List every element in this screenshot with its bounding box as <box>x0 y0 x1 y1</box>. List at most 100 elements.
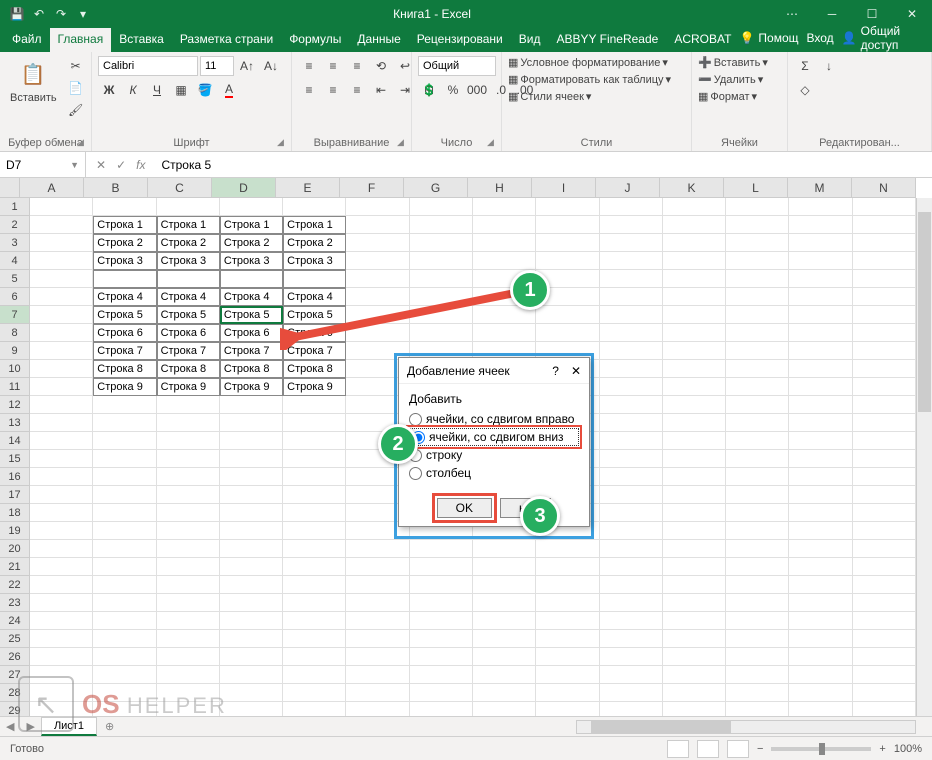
row-header[interactable]: 12 <box>0 396 29 414</box>
name-box[interactable]: D7▼ <box>0 152 86 177</box>
autosum-icon[interactable]: Σ <box>794 56 816 76</box>
cell[interactable] <box>789 540 852 558</box>
cell[interactable]: Строка 3 <box>157 252 220 270</box>
cell[interactable] <box>600 486 663 504</box>
cell[interactable] <box>157 630 220 648</box>
cell[interactable] <box>473 666 536 684</box>
cell[interactable]: Строка 3 <box>283 252 346 270</box>
cell[interactable] <box>157 432 220 450</box>
row-header[interactable]: 13 <box>0 414 29 432</box>
cell[interactable] <box>789 270 852 288</box>
cell[interactable] <box>220 198 283 216</box>
cell[interactable] <box>663 684 726 702</box>
cell[interactable] <box>600 684 663 702</box>
cell[interactable] <box>600 468 663 486</box>
cell[interactable] <box>726 504 789 522</box>
cell[interactable] <box>600 666 663 684</box>
row-header[interactable]: 3 <box>0 234 29 252</box>
cell[interactable] <box>93 504 156 522</box>
cell[interactable] <box>536 684 599 702</box>
cell[interactable] <box>283 414 346 432</box>
row-header[interactable]: 26 <box>0 648 29 666</box>
cell[interactable] <box>536 252 599 270</box>
cell[interactable] <box>789 396 852 414</box>
page-break-view-icon[interactable] <box>727 740 749 758</box>
cell[interactable] <box>30 648 93 666</box>
cell[interactable]: Строка 1 <box>220 216 283 234</box>
cell[interactable] <box>30 324 93 342</box>
cell[interactable] <box>283 486 346 504</box>
cell[interactable] <box>663 270 726 288</box>
cell[interactable] <box>220 558 283 576</box>
insert-cells-button[interactable]: ➕ Вставить ▾ <box>698 56 768 69</box>
cell[interactable]: Строка 8 <box>93 360 156 378</box>
cell[interactable] <box>410 198 473 216</box>
undo-icon[interactable]: ↶ <box>30 5 48 23</box>
cell[interactable] <box>600 504 663 522</box>
cell[interactable] <box>663 378 726 396</box>
cell[interactable] <box>283 522 346 540</box>
cell[interactable]: Строка 9 <box>93 378 156 396</box>
cell[interactable] <box>600 576 663 594</box>
tab-abbyy[interactable]: ABBYY FineReade <box>548 28 666 52</box>
format-as-table-button[interactable]: ▦ Форматировать как таблицу ▾ <box>508 73 671 86</box>
row-header[interactable]: 24 <box>0 612 29 630</box>
cell[interactable] <box>473 576 536 594</box>
cell[interactable]: Строка 8 <box>157 360 220 378</box>
zoom-level[interactable]: 100% <box>894 743 922 755</box>
cell[interactable] <box>600 630 663 648</box>
cell[interactable] <box>853 612 916 630</box>
cell[interactable] <box>600 414 663 432</box>
cell[interactable] <box>663 576 726 594</box>
delete-cells-button[interactable]: ➖ Удалить ▾ <box>698 73 763 86</box>
cell[interactable] <box>473 198 536 216</box>
cell[interactable] <box>853 324 916 342</box>
cell[interactable] <box>663 216 726 234</box>
cell[interactable] <box>283 630 346 648</box>
column-header[interactable]: G <box>404 178 468 197</box>
row-header[interactable]: 23 <box>0 594 29 612</box>
option-shift-down[interactable]: ячейки, со сдвигом вниз <box>409 428 579 446</box>
cell[interactable] <box>283 648 346 666</box>
cell[interactable] <box>663 612 726 630</box>
cell[interactable]: Строка 6 <box>93 324 156 342</box>
cell[interactable] <box>789 486 852 504</box>
cell[interactable] <box>346 540 409 558</box>
cell[interactable] <box>283 468 346 486</box>
row-header[interactable]: 10 <box>0 360 29 378</box>
comma-icon[interactable]: 000 <box>466 80 488 100</box>
cell[interactable] <box>789 504 852 522</box>
cell[interactable] <box>726 198 789 216</box>
cell[interactable] <box>663 234 726 252</box>
cell[interactable] <box>663 630 726 648</box>
fill-icon[interactable]: ↓ <box>818 56 840 76</box>
cell[interactable]: Строка 2 <box>220 234 283 252</box>
row-header[interactable]: 9 <box>0 342 29 360</box>
cell[interactable] <box>853 630 916 648</box>
cell[interactable]: Строка 2 <box>93 234 156 252</box>
share-button[interactable]: 👤Общий доступ <box>842 24 924 52</box>
cell[interactable] <box>663 360 726 378</box>
cell[interactable] <box>536 594 599 612</box>
cell[interactable] <box>789 288 852 306</box>
cell[interactable] <box>30 396 93 414</box>
column-header[interactable]: L <box>724 178 788 197</box>
cell[interactable] <box>157 648 220 666</box>
number-launcher-icon[interactable]: ◢ <box>487 137 499 149</box>
cell[interactable] <box>853 576 916 594</box>
cell[interactable] <box>726 414 789 432</box>
cell[interactable]: Строка 6 <box>157 324 220 342</box>
cell[interactable] <box>663 252 726 270</box>
cell[interactable] <box>663 522 726 540</box>
tab-acrobat[interactable]: ACROBAT <box>666 28 739 52</box>
column-header[interactable]: I <box>532 178 596 197</box>
cell[interactable] <box>853 252 916 270</box>
cell[interactable] <box>663 198 726 216</box>
qat-dropdown-icon[interactable]: ▾ <box>74 5 92 23</box>
cell[interactable]: Строка 7 <box>157 342 220 360</box>
cell[interactable] <box>789 558 852 576</box>
cell[interactable] <box>600 324 663 342</box>
cell[interactable] <box>789 414 852 432</box>
cell[interactable] <box>157 594 220 612</box>
cell[interactable] <box>853 216 916 234</box>
